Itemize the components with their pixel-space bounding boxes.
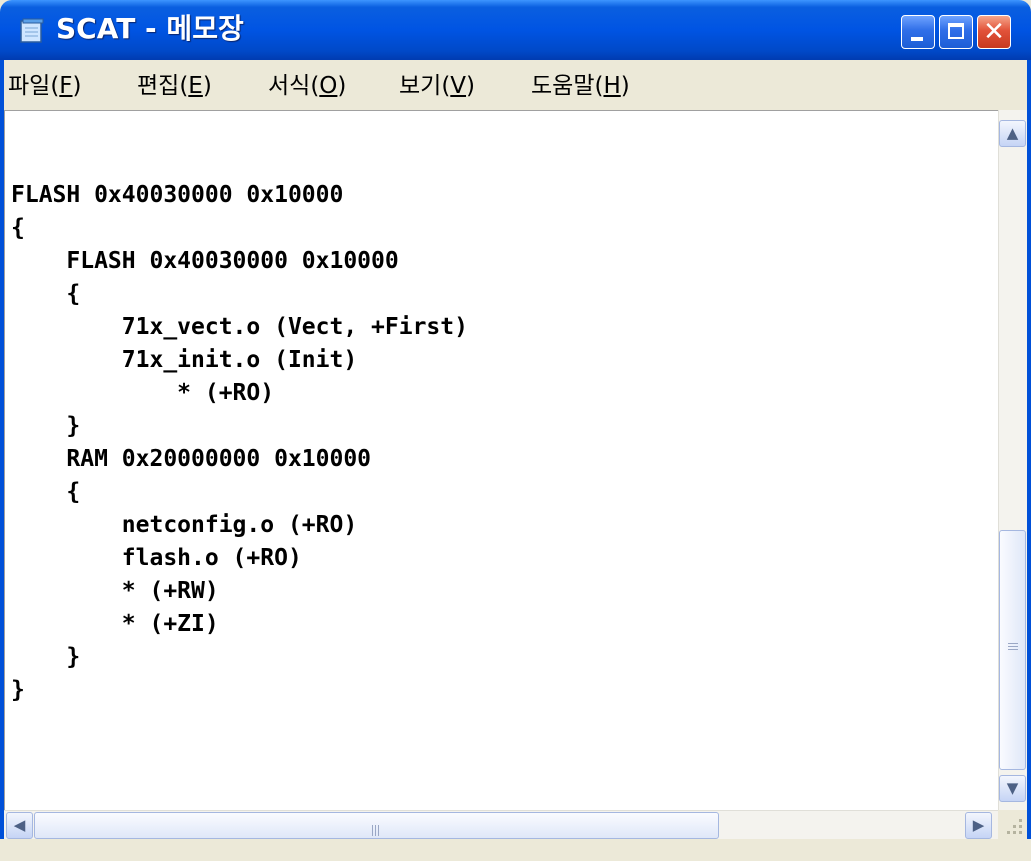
menu-bar: 파일(F) 편집(E) 서식(O) 보기(V) 도움말(H) — [4, 60, 1027, 110]
resize-grip-icon[interactable] — [998, 810, 1027, 839]
scroll-left-button[interactable]: ◀ — [6, 812, 33, 839]
grip-icon — [1008, 643, 1018, 653]
menu-help[interactable]: 도움말(H) — [531, 73, 630, 99]
title-bar[interactable]: SCAT - 메모장 ✕ — [0, 0, 1031, 60]
chevron-down-icon: ▼ — [1006, 779, 1019, 797]
notepad-window: SCAT - 메모장 ✕ 파일(F) 편집(E) 서식(O) 보기(V) 도움말… — [0, 0, 1031, 861]
menu-file[interactable]: 파일(F) — [8, 73, 82, 99]
horizontal-scrollbar[interactable]: ◀ ▶ — [4, 810, 998, 839]
close-button[interactable]: ✕ — [977, 15, 1011, 49]
menu-view[interactable]: 보기(V) — [399, 73, 475, 99]
window-frame-right — [1027, 60, 1031, 861]
maximize-button[interactable] — [939, 15, 973, 49]
minimize-button[interactable] — [901, 15, 935, 49]
chevron-right-icon: ▶ — [972, 816, 985, 834]
scroll-up-button[interactable]: ▲ — [999, 120, 1026, 147]
horizontal-scroll-thumb[interactable] — [34, 812, 719, 839]
window-title: SCAT - 메모장 — [56, 12, 244, 45]
minimize-icon — [911, 37, 923, 41]
scroll-right-button[interactable]: ▶ — [965, 812, 992, 839]
scroll-down-button[interactable]: ▼ — [999, 775, 1026, 802]
menu-format[interactable]: 서식(O) — [268, 73, 346, 99]
chevron-up-icon: ▲ — [1006, 124, 1019, 142]
maximize-icon — [948, 23, 964, 39]
text-editor[interactable]: FLASH 0x40030000 0x10000 { FLASH 0x40030… — [4, 110, 998, 810]
window-bottom-border — [0, 839, 1031, 861]
notepad-icon — [20, 18, 44, 43]
chevron-left-icon: ◀ — [13, 816, 26, 834]
vertical-scrollbar[interactable]: ▲ ▼ — [998, 110, 1027, 810]
editor-content[interactable]: FLASH 0x40030000 0x10000 { FLASH 0x40030… — [11, 179, 468, 707]
menu-edit[interactable]: 편집(E) — [137, 73, 212, 99]
grip-icon — [372, 821, 382, 836]
vertical-scroll-thumb[interactable] — [999, 530, 1026, 770]
close-icon: ✕ — [983, 17, 1005, 47]
